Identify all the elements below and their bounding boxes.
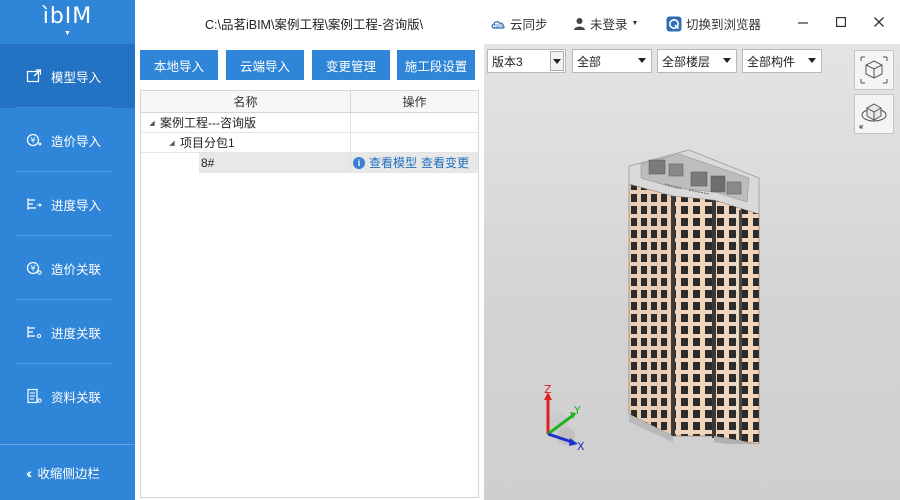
tree-row-model[interactable]: 8# i 查看模型 查看变更 <box>141 152 478 173</box>
maximize-button[interactable] <box>831 12 851 32</box>
cloud-sync-label: 云同步 <box>510 18 548 32</box>
axis-x-label: X <box>577 440 585 453</box>
row-name: 8# <box>201 155 215 170</box>
sidebar-item-label: 造价导入 <box>51 134 102 149</box>
collapse-sidebar-button[interactable]: ‹‹ 收缩侧边栏 <box>0 444 135 500</box>
row-name: 案例工程---咨询版 <box>160 116 256 130</box>
switch-browser-button[interactable]: 切换到浏览器 <box>666 14 761 33</box>
sidebar: ìbIM ▼ 模型导入 ¥ 造价导入 进度导入 ¥ 造价关联 进度关联 资料关联… <box>0 0 135 500</box>
window-title: C:\品茗iBIM\案例工程\案例工程-咨询版\ <box>205 18 424 32</box>
user-menu[interactable]: 未登录 ▼ <box>573 14 638 33</box>
logo-text: ìbIM <box>42 4 93 29</box>
expand-triangle-icon[interactable]: ◢ <box>167 139 177 147</box>
sidebar-item-label: 进度关联 <box>51 326 102 341</box>
sidebar-item-label: 资料关联 <box>51 390 102 405</box>
component-value: 全部构件 <box>747 54 796 69</box>
progress-import-icon <box>27 198 42 210</box>
change-management-button[interactable]: 变更管理 <box>312 50 390 80</box>
sidebar-item-model-import[interactable]: 模型导入 <box>0 44 135 108</box>
cost-import-icon: ¥ <box>26 133 42 147</box>
minimize-button[interactable] <box>793 12 813 32</box>
column-header-name[interactable]: 名称 <box>141 91 351 112</box>
view-change-link[interactable]: 查看变更 <box>421 154 469 171</box>
title-bar: C:\品茗iBIM\案例工程\案例工程-咨询版\ BIM 云同步 未登录 ▼ 切… <box>135 0 900 44</box>
chevron-down-icon <box>723 58 731 63</box>
tree-row-subpackage[interactable]: ◢ 项目分包1 <box>141 133 478 153</box>
column-header-operation[interactable]: 操作 <box>351 91 478 112</box>
model-viewer[interactable]: 版本3 全部 全部楼层 全部构件 Z Y X <box>484 44 900 500</box>
close-icon <box>874 17 884 27</box>
view-cube-icon <box>860 56 888 84</box>
cost-link-icon: ¥ <box>26 261 42 275</box>
version-value: 版本3 <box>492 54 523 69</box>
axis-y-label: Y <box>573 404 581 417</box>
sidebar-item-cost-import[interactable]: ¥ 造价导入 <box>0 108 135 172</box>
sidebar-nav: 模型导入 ¥ 造价导入 进度导入 ¥ 造价关联 进度关联 资料关联 <box>0 44 135 428</box>
svg-text:¥: ¥ <box>30 136 35 145</box>
model-import-icon <box>26 69 42 83</box>
local-import-button[interactable]: 本地导入 <box>140 50 218 80</box>
sidebar-item-label: 进度导入 <box>51 198 102 213</box>
cloud-sync-button[interactable]: BIM 云同步 <box>490 14 548 33</box>
tree-row-project[interactable]: ◢ 案例工程---咨询版 <box>141 113 478 133</box>
logo-caret-icon[interactable]: ▼ <box>64 30 71 38</box>
cloud-import-button[interactable]: 云端导入 <box>226 50 304 80</box>
caret-down-icon: ▼ <box>631 20 639 27</box>
floor-select[interactable]: 全部楼层 <box>657 49 737 73</box>
view-model-link[interactable]: 查看模型 <box>369 154 417 171</box>
orbit-view-button[interactable] <box>854 94 894 134</box>
filter-value: 全部 <box>577 54 602 69</box>
expand-triangle-icon[interactable]: ◢ <box>147 119 157 127</box>
document-link-icon <box>27 388 42 404</box>
sidebar-item-label: 模型导入 <box>51 70 102 85</box>
app-logo: ìbIM ▼ <box>0 0 135 44</box>
axis-gizmo: Z Y X <box>544 384 585 453</box>
maximize-icon <box>836 17 846 27</box>
user-icon <box>574 18 585 30</box>
browser-icon <box>666 16 682 31</box>
sidebar-item-document-link[interactable]: 资料关联 <box>0 364 135 428</box>
double-chevron-left-icon: ‹‹ <box>26 464 33 481</box>
chevron-down-icon <box>808 58 816 63</box>
row-indent <box>141 152 199 173</box>
axis-z-label: Z <box>544 384 552 396</box>
component-select[interactable]: 全部构件 <box>742 49 822 73</box>
sidebar-item-progress-link[interactable]: 进度关联 <box>0 300 135 364</box>
sidebar-item-progress-import[interactable]: 进度导入 <box>0 172 135 236</box>
svg-text:¥: ¥ <box>30 264 35 273</box>
info-icon: i <box>353 156 365 169</box>
close-button[interactable] <box>869 12 889 32</box>
building-model[interactable] <box>619 144 789 444</box>
filter-select[interactable]: 全部 <box>572 49 652 73</box>
stage-settings-button[interactable]: 施工段设置 <box>397 50 475 80</box>
chevron-down-icon <box>638 58 646 63</box>
switch-browser-label: 切换到浏览器 <box>686 18 762 32</box>
view-cube-button[interactable] <box>854 50 894 90</box>
sidebar-item-label: 造价关联 <box>51 262 102 277</box>
collapse-label: 收缩侧边栏 <box>37 467 100 481</box>
minimize-icon <box>798 22 808 24</box>
orbit-icon <box>859 103 887 129</box>
project-tree-table: 名称 操作 ◢ 案例工程---咨询版 ◢ 项目分包1 8# i 查看模型 查看变… <box>140 90 479 498</box>
table-header: 名称 操作 <box>141 91 478 113</box>
floor-value: 全部楼层 <box>662 54 711 69</box>
version-select[interactable]: 版本3 <box>487 49 566 73</box>
user-label: 未登录 <box>590 18 628 32</box>
sidebar-item-cost-link[interactable]: ¥ 造价关联 <box>0 236 135 300</box>
row-name: 项目分包1 <box>180 136 235 150</box>
chevron-down-icon <box>553 59 561 64</box>
progress-link-icon <box>27 326 42 339</box>
svg-text:BIM: BIM <box>494 23 502 28</box>
cloud-icon: BIM <box>491 20 505 29</box>
